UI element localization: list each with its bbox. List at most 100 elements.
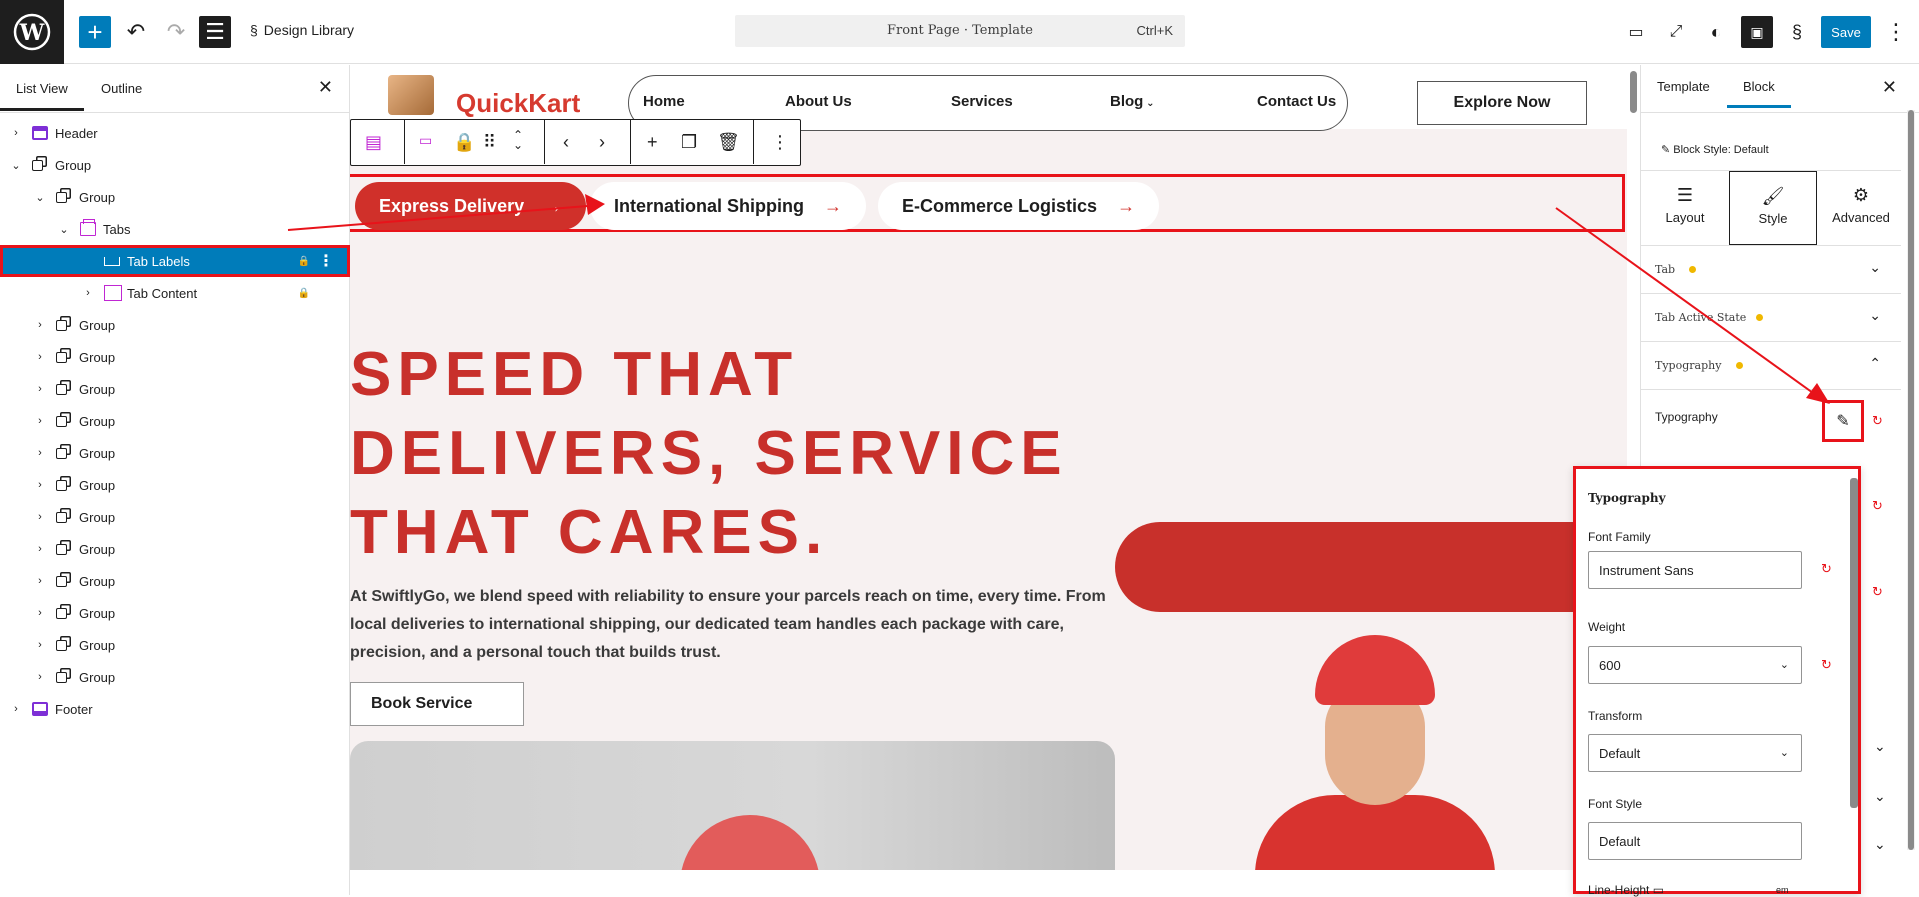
- save-button[interactable]: Save: [1821, 16, 1871, 48]
- tree-item-group[interactable]: › Group: [0, 437, 350, 469]
- tree-item-group[interactable]: › Group: [0, 565, 350, 597]
- settings-sidebar-icon[interactable]: ▣: [1741, 16, 1773, 48]
- tree-item-group[interactable]: › Group: [0, 309, 350, 341]
- move-up-down-icon[interactable]: ⌃ ⌄: [513, 129, 523, 151]
- tab-labels-block-icon[interactable]: ▭: [419, 132, 432, 149]
- unit-label[interactable]: em: [1776, 885, 1789, 895]
- tree-item-group[interactable]: › Group: [0, 469, 350, 501]
- tree-item-group[interactable]: › Group: [0, 341, 350, 373]
- tab-labels-strip[interactable]: Express Delivery → International Shipping…: [350, 174, 1625, 232]
- insert-icon[interactable]: +: [647, 132, 658, 153]
- drag-handle-icon[interactable]: ⠿: [483, 132, 496, 153]
- weight-select[interactable]: 600 ⌄: [1588, 646, 1802, 684]
- tree-item-group[interactable]: › Group: [0, 373, 350, 405]
- chevron-down-icon[interactable]: ⌄: [1874, 738, 1886, 755]
- chevron-right-icon[interactable]: ›: [34, 415, 46, 427]
- plugin-icon[interactable]: §: [1781, 16, 1813, 48]
- reset-icon[interactable]: ↻: [1821, 561, 1832, 577]
- book-service-button[interactable]: Book Service: [350, 682, 524, 726]
- parent-block-icon[interactable]: ▤: [365, 132, 382, 153]
- delete-icon[interactable]: 🗑: [717, 132, 740, 153]
- undo-icon[interactable]: ↶: [120, 16, 152, 48]
- hero-title[interactable]: SPEED THAT DELIVERS, SERVICE THAT CARES.: [350, 335, 1130, 572]
- tab-advanced[interactable]: ⚙ Advanced: [1817, 171, 1905, 245]
- reset-icon[interactable]: ↻: [1872, 584, 1883, 600]
- chevron-right-icon[interactable]: ›: [34, 575, 46, 587]
- tab-template[interactable]: Template: [1657, 79, 1710, 94]
- edit-typography-button[interactable]: ✎: [1822, 400, 1864, 442]
- reset-icon[interactable]: ↻: [1821, 657, 1832, 673]
- tree-item-group[interactable]: › Group: [0, 629, 350, 661]
- previous-icon[interactable]: ‹: [563, 132, 569, 153]
- list-view-icon[interactable]: ☰: [199, 16, 231, 48]
- font-style-field[interactable]: Default: [1588, 822, 1802, 860]
- lock-icon[interactable]: 🔒: [453, 132, 475, 153]
- site-logo-text[interactable]: QuickKart: [456, 88, 580, 119]
- tab-list-view[interactable]: List View: [0, 81, 84, 111]
- site-title[interactable]: § Design Library: [250, 22, 354, 38]
- chevron-right-icon[interactable]: ›: [82, 287, 94, 299]
- section-tab[interactable]: Tab ⌄: [1641, 246, 1901, 294]
- tab-block[interactable]: Block: [1727, 79, 1791, 108]
- wordpress-logo-icon[interactable]: W: [0, 0, 64, 64]
- command-palette[interactable]: Front Page · Template Ctrl+K: [735, 15, 1185, 47]
- duplicate-icon[interactable]: ❐: [681, 132, 697, 153]
- tree-item-group[interactable]: ⌄ Group: [0, 149, 350, 181]
- explore-now-button[interactable]: Explore Now: [1417, 81, 1587, 125]
- tree-item-tabs[interactable]: ⌄ Tabs: [0, 213, 350, 245]
- chevron-right-icon[interactable]: ›: [34, 351, 46, 363]
- redo-icon[interactable]: ↷: [160, 16, 192, 48]
- chevron-down-icon[interactable]: ⌄: [58, 223, 70, 236]
- nav-services[interactable]: Services: [951, 93, 1013, 110]
- tree-item-group[interactable]: › Group: [0, 405, 350, 437]
- chevron-right-icon[interactable]: ›: [34, 543, 46, 555]
- chevron-down-icon[interactable]: ⌄: [1874, 788, 1886, 805]
- chevron-right-icon[interactable]: ›: [34, 479, 46, 491]
- reset-icon[interactable]: ↻: [1872, 413, 1883, 429]
- tab-express-delivery[interactable]: Express Delivery →: [355, 182, 587, 230]
- transform-select[interactable]: Default ⌄: [1588, 734, 1802, 772]
- tab-international-shipping[interactable]: International Shipping →: [590, 182, 866, 230]
- more-options-icon[interactable]: ⋮: [771, 132, 789, 153]
- hero-paragraph[interactable]: At SwiftlyGo, we blend speed with reliab…: [350, 583, 1110, 667]
- chevron-right-icon[interactable]: ›: [10, 703, 22, 715]
- desktop-preview-icon[interactable]: ▭: [1620, 16, 1652, 48]
- tree-item-group[interactable]: ⌄ Group: [0, 181, 350, 213]
- section-tab-active-state[interactable]: Tab Active State ⌄: [1641, 294, 1901, 342]
- chevron-right-icon[interactable]: ›: [34, 607, 46, 619]
- chevron-right-icon[interactable]: ›: [34, 671, 46, 683]
- panel-scrollbar[interactable]: [1907, 110, 1915, 850]
- tab-ecommerce-logistics[interactable]: E-Commerce Logistics →: [878, 182, 1160, 230]
- chevron-right-icon[interactable]: ›: [34, 383, 46, 395]
- close-icon[interactable]: ✕: [318, 77, 333, 98]
- tree-item-tab-labels[interactable]: Tab Labels 🔒 ⋮: [0, 245, 350, 277]
- chevron-down-icon[interactable]: ⌄: [1874, 836, 1886, 853]
- chevron-down-icon[interactable]: ⌄: [10, 159, 22, 172]
- close-icon[interactable]: ✕: [1882, 77, 1897, 98]
- tab-layout[interactable]: ☰ Layout: [1641, 171, 1729, 245]
- reset-icon[interactable]: ↻: [1872, 498, 1883, 514]
- fullscreen-icon[interactable]: ⤢: [1660, 16, 1692, 48]
- font-family-field[interactable]: Instrument Sans: [1588, 551, 1802, 589]
- nav-contact[interactable]: Contact Us: [1257, 93, 1336, 110]
- options-icon[interactable]: ⋮: [318, 251, 334, 271]
- tree-item-group[interactable]: › Group: [0, 661, 350, 693]
- styles-icon[interactable]: ◐: [1700, 16, 1732, 48]
- chevron-right-icon[interactable]: ›: [34, 639, 46, 651]
- editor-canvas[interactable]: QuickKart Home About Us Services Blog ⌄ …: [350, 65, 1640, 870]
- block-style-label[interactable]: ✎ Block Style: Default: [1661, 143, 1769, 156]
- nav-about[interactable]: About Us: [785, 93, 852, 110]
- tree-item-footer[interactable]: › Footer: [0, 693, 350, 725]
- tab-style[interactable]: 🖌 Style: [1729, 171, 1817, 245]
- add-block-icon[interactable]: +: [79, 16, 111, 48]
- popover-scrollbar[interactable]: [1850, 478, 1858, 808]
- tree-item-group[interactable]: › Group: [0, 501, 350, 533]
- chevron-right-icon[interactable]: ›: [10, 127, 22, 139]
- nav-blog[interactable]: Blog ⌄: [1110, 93, 1155, 110]
- tab-outline[interactable]: Outline: [101, 81, 142, 96]
- tree-item-group[interactable]: › Group: [0, 597, 350, 629]
- tree-item-tab-content[interactable]: › Tab Content 🔒: [0, 277, 350, 309]
- next-icon[interactable]: ›: [599, 132, 605, 153]
- chevron-right-icon[interactable]: ›: [34, 319, 46, 331]
- section-typography[interactable]: Typography ⌃: [1641, 342, 1901, 390]
